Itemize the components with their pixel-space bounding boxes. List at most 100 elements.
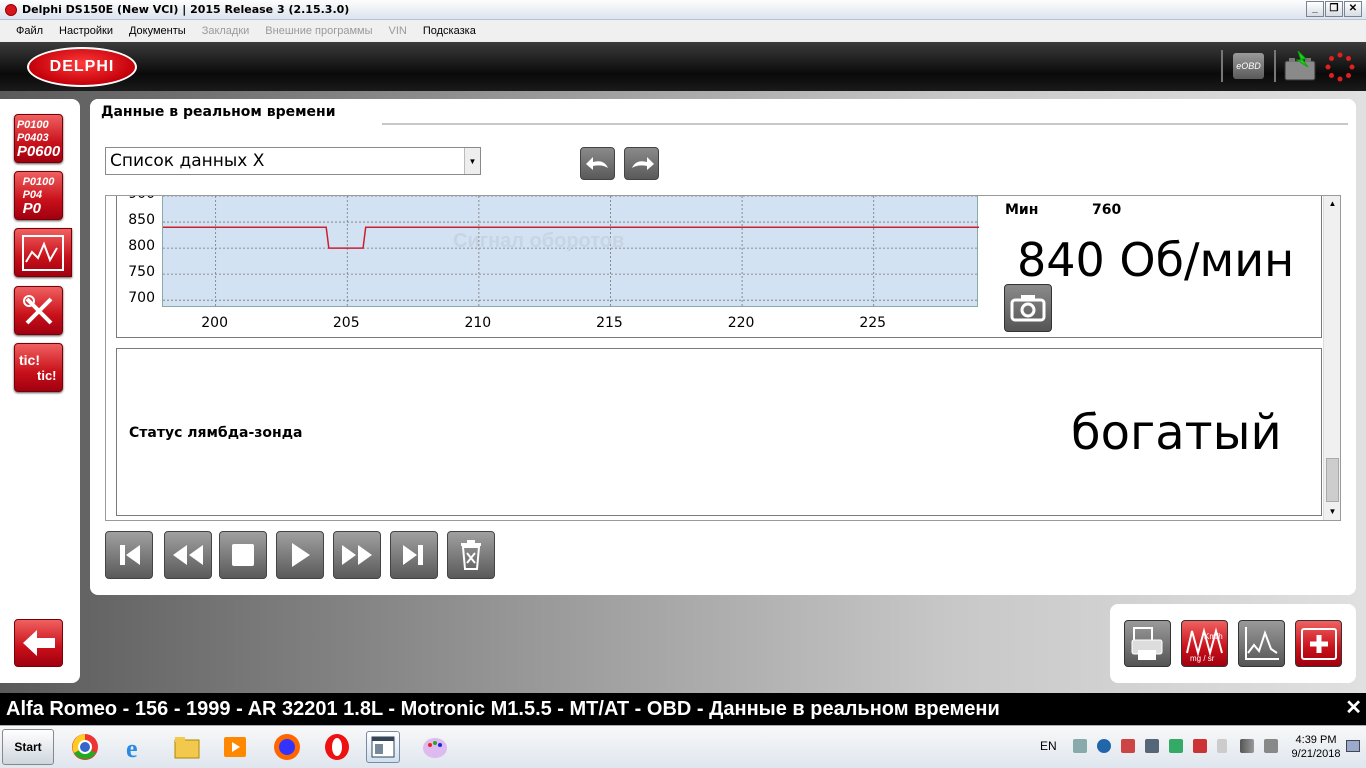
redo-button[interactable]	[624, 147, 659, 180]
min-label: Мин	[1005, 202, 1039, 218]
tic-text: tic!	[19, 351, 40, 368]
trash-icon	[461, 540, 481, 570]
skip-end-icon	[403, 545, 423, 565]
opera-taskbar-icon[interactable]	[320, 731, 354, 763]
opera-icon	[325, 734, 349, 760]
y-tick-label: 700	[128, 290, 155, 307]
data-list-select[interactable]: Список данных X ▼	[105, 147, 481, 175]
restore-button[interactable]: ❐	[1325, 1, 1343, 17]
media-taskbar-icon[interactable]	[218, 731, 252, 763]
start-button[interactable]: Start	[2, 729, 54, 765]
menu-documents[interactable]: Документы	[121, 25, 194, 37]
rewind-button[interactable]	[164, 531, 212, 579]
battery-tray-icon[interactable]	[1217, 739, 1227, 753]
units-button[interactable]: Km/h mg / sr	[1181, 620, 1228, 667]
delete-recording-button[interactable]	[447, 531, 495, 579]
delphi-app-icon	[5, 3, 17, 16]
vehicle-status-bar: Alfa Romeo - 156 - 1999 - AR 32201 1.8L …	[0, 693, 1366, 725]
paint-taskbar-icon[interactable]	[418, 731, 452, 763]
stop-button[interactable]	[219, 531, 267, 579]
skip-to-start-button[interactable]	[105, 531, 153, 579]
clock-time: 4:39 PM	[1295, 734, 1337, 746]
list-scrollbar[interactable]: ▲ ▼	[1323, 196, 1340, 520]
menu-help[interactable]: Подсказка	[415, 25, 484, 37]
scroll-up-icon[interactable]: ▲	[1325, 196, 1340, 212]
x-tick-label: 210	[464, 315, 492, 331]
ie-taskbar-icon[interactable]: e	[120, 731, 154, 763]
app-window-icon	[371, 736, 395, 758]
undo-button[interactable]	[580, 147, 615, 180]
explorer-taskbar-icon[interactable]	[170, 731, 204, 763]
add-gauge-icon	[1300, 627, 1337, 660]
tic-tic-button[interactable]: tic! tic!	[14, 343, 63, 392]
add-parameter-button[interactable]	[1295, 620, 1342, 667]
close-button[interactable]: ✕	[1344, 1, 1362, 17]
media-player-icon	[224, 737, 246, 757]
lambda-label: Статус лямбда-зонда	[129, 425, 303, 441]
x-tick-label: 220	[727, 315, 755, 331]
show-desktop-icon[interactable]	[1346, 740, 1360, 752]
tic-text: tic!	[37, 367, 57, 383]
delphi-logo: DELPHI	[27, 47, 137, 87]
fast-forward-button[interactable]	[333, 531, 381, 579]
x-tick-label: 225	[859, 315, 887, 331]
y-tick-label: 850	[128, 212, 155, 229]
data-list-select-value: Список данных X	[110, 151, 265, 171]
security-tray-icon[interactable]	[1121, 739, 1135, 753]
network-tray-icon[interactable]	[1073, 739, 1087, 753]
svg-text:e: e	[126, 734, 138, 762]
lambda-card: Статус лямбда-зонда богатый	[116, 348, 1322, 516]
windows-taskbar: Start e EN 4:39 PM 9/21/2018	[0, 725, 1366, 768]
back-button[interactable]	[14, 619, 63, 667]
close-vehicle-button[interactable]: ✕	[1345, 695, 1362, 720]
dtc-code: P0100	[22, 176, 55, 188]
chevron-down-icon[interactable]: ▼	[464, 148, 480, 174]
volume-icon[interactable]	[1264, 739, 1278, 753]
display-tray-icon[interactable]	[1145, 739, 1159, 753]
internet-explorer-icon: e	[126, 734, 138, 762]
start-label: Start	[14, 740, 42, 754]
scroll-thumb[interactable]	[1326, 458, 1339, 502]
y-tick-label: 900	[119, 196, 155, 202]
language-indicator[interactable]: EN	[1040, 739, 1057, 753]
signal-strength-icon[interactable]	[1240, 739, 1254, 753]
scroll-down-icon[interactable]: ▼	[1325, 504, 1340, 520]
rpm-chart-plot: Сигнал оборотов	[162, 196, 979, 308]
tab-corner	[360, 99, 390, 125]
eobd-button[interactable]: eOBD	[1233, 53, 1264, 79]
live-data-gauge-icon	[22, 234, 64, 271]
undo-arrow-icon	[585, 156, 608, 170]
play-button[interactable]	[276, 531, 324, 579]
minimize-button[interactable]: _	[1306, 1, 1324, 17]
firefox-taskbar-icon[interactable]	[270, 731, 304, 763]
chart-title: Сигнал оборотов	[453, 230, 625, 252]
delphi-taskbar-icon[interactable]	[366, 731, 400, 763]
clear-dtc-button[interactable]: P0100 P04 P0	[14, 171, 63, 220]
snapshot-button[interactable]	[1004, 284, 1052, 332]
system-clock[interactable]: 4:39 PM 9/21/2018	[1290, 733, 1342, 761]
battery-plug-icon	[1284, 51, 1316, 81]
print-button[interactable]	[1124, 620, 1171, 667]
stop-icon	[232, 544, 254, 566]
skip-to-end-button[interactable]	[390, 531, 438, 579]
redo-arrow-icon	[631, 156, 654, 170]
dtc-code: P0100	[16, 119, 49, 131]
read-dtc-button[interactable]: P0100 P0403 P0600	[14, 114, 63, 163]
tab-live-data[interactable]: Данные в реальном времени	[101, 104, 336, 120]
vehicle-info: Alfa Romeo - 156 - 1999 - AR 32201 1.8L …	[6, 698, 1000, 720]
lambda-value: богатый	[1071, 405, 1282, 461]
graph-button[interactable]	[1238, 620, 1285, 667]
fast-forward-icon	[342, 545, 372, 565]
app-header: DELPHI	[0, 42, 1366, 91]
back-arrow-icon	[23, 630, 55, 656]
bluetooth-icon[interactable]	[1097, 739, 1111, 753]
rpm-value: 840 Об/мин	[1017, 233, 1295, 287]
dtc-code: P0600	[16, 143, 61, 160]
live-data-button[interactable]	[14, 228, 72, 277]
chrome-taskbar-icon[interactable]	[68, 731, 102, 763]
vpn-tray-icon[interactable]	[1169, 739, 1183, 753]
menu-settings[interactable]: Настройки	[51, 25, 121, 37]
av-tray-icon[interactable]	[1193, 739, 1207, 753]
menu-file[interactable]: Файл	[8, 25, 51, 37]
tools-button[interactable]	[14, 286, 63, 335]
